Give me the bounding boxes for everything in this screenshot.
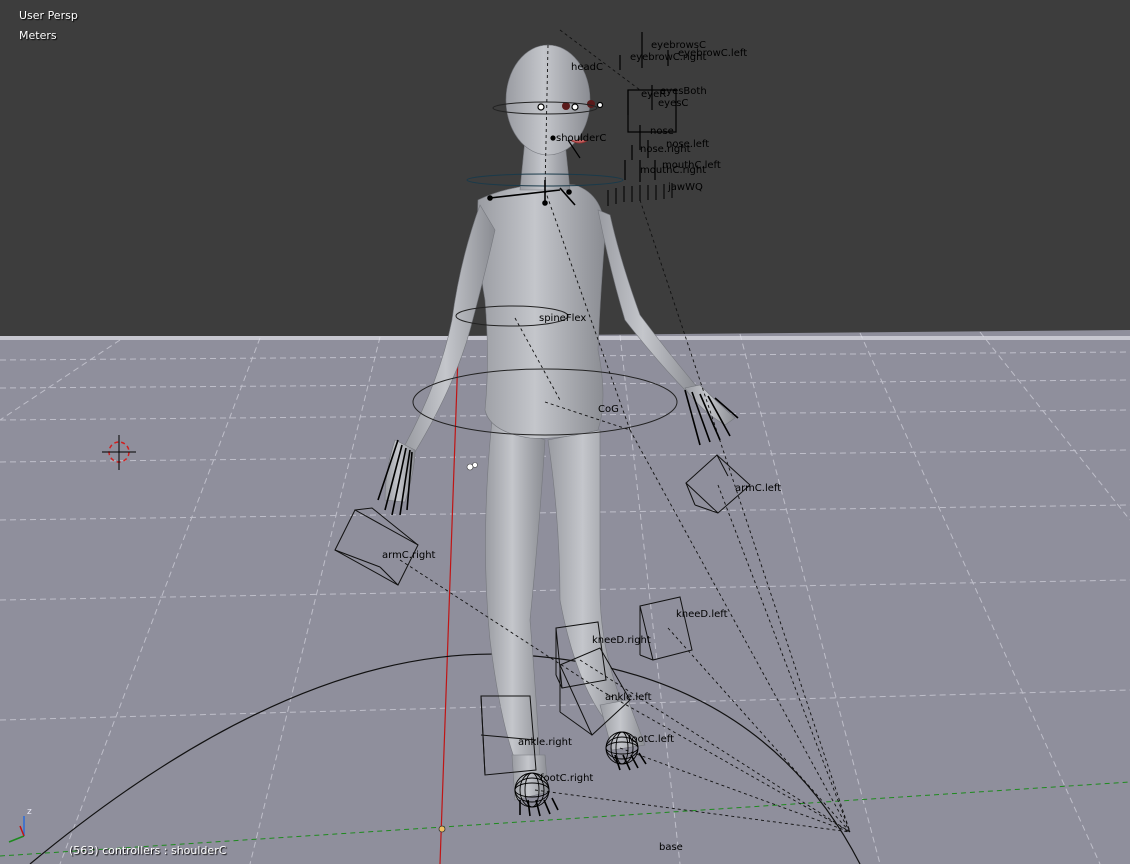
bone-label-eyebrowC-left[interactable]: eyebrowC.left bbox=[678, 48, 747, 59]
view-mode-label: User Persp bbox=[19, 9, 78, 22]
bone-label-jawWQ[interactable]: jawWQ bbox=[667, 182, 703, 193]
bone-label-CoG[interactable]: CoG bbox=[598, 404, 619, 415]
bone-label-kneeD-right[interactable]: kneeD.right bbox=[592, 635, 651, 646]
bone-label-nose-right[interactable]: nose.right bbox=[640, 144, 691, 155]
bone-label-mouthC-right[interactable]: mouthC.right bbox=[640, 165, 706, 176]
bone-label-ankle-right[interactable]: ankle.right bbox=[518, 737, 572, 748]
units-label: Meters bbox=[19, 29, 57, 42]
object-origin-dot bbox=[438, 825, 446, 833]
bone-label-footC-left[interactable]: footC.left bbox=[628, 734, 674, 745]
eye-left-mesh bbox=[587, 100, 595, 108]
bone-label-armC-right[interactable]: armC.right bbox=[382, 550, 436, 561]
scene-canvas[interactable]: eyebrowsC eyebrowC.right eyebrowC.left h… bbox=[0, 0, 1130, 864]
bone-label-headC[interactable]: headC bbox=[571, 62, 603, 73]
bone-label-ankle-left[interactable]: ankle.left bbox=[605, 692, 652, 703]
bone-label-spineFlex[interactable]: spineFlex bbox=[539, 313, 586, 324]
3d-viewport[interactable]: eyebrowsC eyebrowC.right eyebrowC.left h… bbox=[0, 0, 1130, 864]
bone-label-kneeD-left[interactable]: kneeD.left bbox=[676, 609, 728, 620]
bone-label-armC-left[interactable]: armC.left bbox=[735, 483, 781, 494]
bone-label-eyesBoth[interactable]: eyesBoth bbox=[660, 86, 707, 97]
bone-label-footC-right[interactable]: footC.right bbox=[540, 773, 593, 784]
gizmo-z-label: z bbox=[27, 807, 32, 817]
bone-label-eyesC[interactable]: eyesC bbox=[658, 98, 688, 109]
bone-label-nose[interactable]: nose bbox=[650, 126, 674, 137]
bone-label-base[interactable]: base bbox=[659, 842, 683, 853]
bone-label-shoulderC[interactable]: shoulderC bbox=[556, 133, 606, 144]
active-object-status: (563) controllers : shoulderC bbox=[69, 844, 227, 857]
eye-right-mesh bbox=[562, 102, 570, 110]
